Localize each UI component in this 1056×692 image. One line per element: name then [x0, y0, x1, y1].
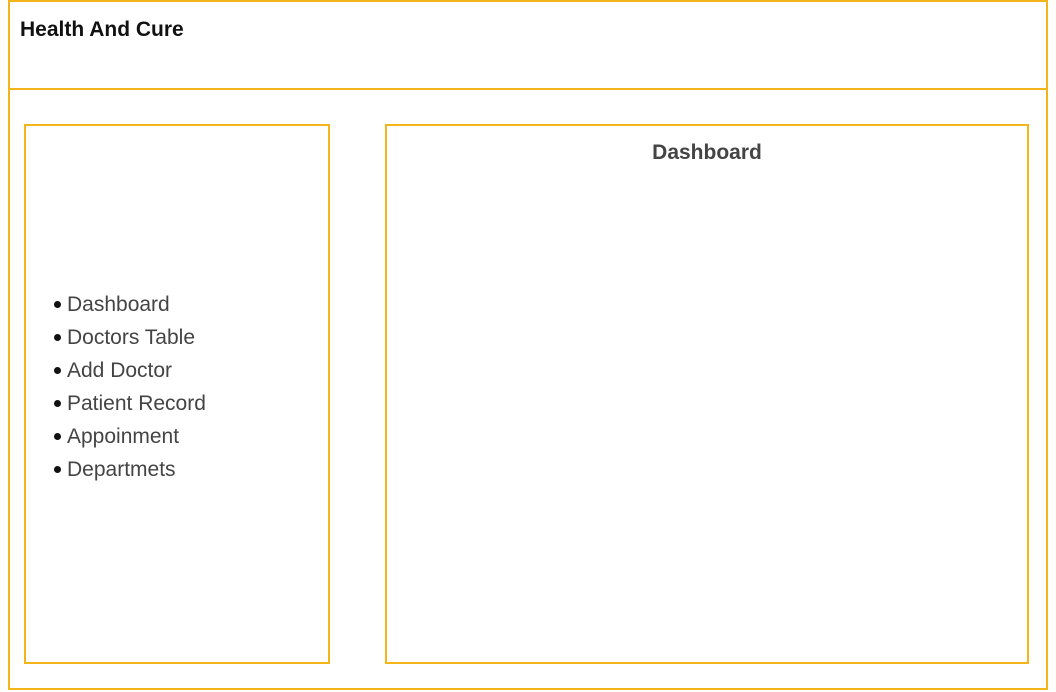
sidebar-item-label[interactable]: Doctors Table [67, 326, 195, 350]
app-title: Health And Cure [20, 18, 184, 41]
header: Health And Cure [8, 0, 1048, 90]
sidebar-nav: Dashboard Doctors Table Add Doctor Patie… [54, 288, 206, 486]
main-content: Dashboard [385, 124, 1029, 664]
bullet-icon [54, 301, 61, 308]
sidebar-item-label[interactable]: Dashboard [67, 293, 170, 317]
sidebar-item-dashboard[interactable]: Dashboard [54, 288, 206, 321]
sidebar-item-doctors-table[interactable]: Doctors Table [54, 321, 206, 354]
sidebar-item-patient-record[interactable]: Patient Record [54, 387, 206, 420]
sidebar-item-appointment[interactable]: Appoinment [54, 420, 206, 453]
sidebar-item-label[interactable]: Departmets [67, 458, 176, 482]
bullet-icon [54, 367, 61, 374]
bullet-icon [54, 334, 61, 341]
page-title: Dashboard [652, 141, 762, 164]
sidebar-item-add-doctor[interactable]: Add Doctor [54, 354, 206, 387]
sidebar-item-label[interactable]: Add Doctor [67, 359, 172, 383]
sidebar-item-departments[interactable]: Departmets [54, 453, 206, 486]
sidebar: Dashboard Doctors Table Add Doctor Patie… [24, 124, 330, 664]
sidebar-item-label[interactable]: Patient Record [67, 392, 206, 416]
bullet-icon [54, 400, 61, 407]
bullet-icon [54, 433, 61, 440]
sidebar-item-label[interactable]: Appoinment [67, 425, 179, 449]
bullet-icon [54, 466, 61, 473]
